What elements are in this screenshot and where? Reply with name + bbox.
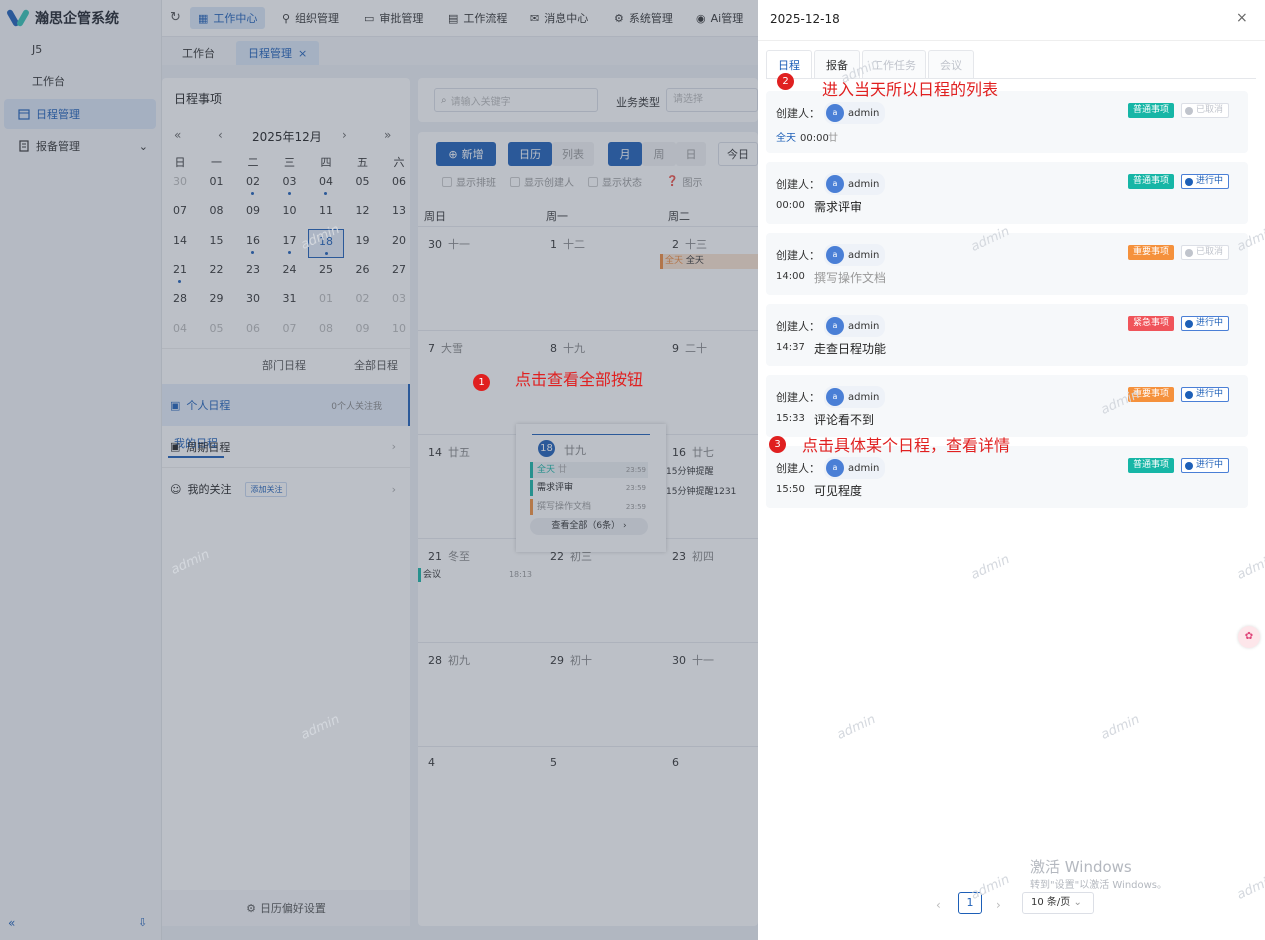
user-name: admin [848, 107, 880, 119]
creator-label: 创建人： [776, 391, 820, 404]
creator: 创建人： a admin [776, 457, 886, 479]
schedule-title: 撰写操作文档 [814, 271, 887, 285]
creator-user: a admin [824, 102, 886, 124]
schedule-time: 15:50 [776, 484, 805, 495]
creator-label: 创建人： [776, 462, 820, 475]
status-label: 进行中 [1196, 318, 1224, 328]
next-page-icon[interactable]: › [996, 898, 1001, 912]
creator-user: a admin [824, 244, 886, 266]
annotation-badge-1: 1 [473, 374, 490, 391]
creator: 创建人： a admin [776, 102, 886, 124]
day-schedule-drawer: 2025-12-18 × 日程 报备 工作任务 会议 创建人： a admin 普通事… [758, 0, 1265, 940]
schedule-card[interactable]: 创建人： a admin 普通事项 进行中 00:00 需求评审 [766, 162, 1248, 224]
status-badge: 进行中 [1181, 387, 1230, 402]
schedule-title: 可见程度 [814, 484, 863, 498]
avatar: a [826, 317, 844, 335]
close-icon[interactable]: × [1236, 10, 1248, 26]
user-name: admin [848, 391, 880, 403]
status-icon [1185, 106, 1193, 115]
priority-tag: 普通事项 [1128, 458, 1175, 473]
avatar: a [826, 459, 844, 477]
user-name: admin [848, 249, 880, 261]
schedule-card[interactable]: 创建人： a admin 重要事项 已取消 14:00 撰写操作文档 [766, 233, 1248, 295]
page-size-select[interactable]: 10 条/页 ⌄ [1022, 892, 1094, 914]
time-value: 15:50 [776, 484, 805, 495]
time-value: 14:37 [776, 342, 805, 353]
status-icon [1185, 319, 1193, 328]
annotation-badge-3: 3 [769, 436, 786, 453]
status-label: 进行中 [1196, 389, 1224, 399]
creator: 创建人： a admin [776, 173, 886, 195]
status-badge: 进行中 [1181, 458, 1230, 473]
schedule-title: 走查日程功能 [814, 342, 887, 356]
status-label: 已取消 [1196, 247, 1224, 257]
chevron-down-icon: ⌄ [1073, 897, 1082, 908]
creator-user: a admin [824, 457, 886, 479]
avatar: a [826, 246, 844, 264]
status-icon [1185, 177, 1193, 186]
priority-tag: 重要事项 [1128, 245, 1175, 260]
schedule-card[interactable]: 创建人： a admin 普通事项 已取消全天 00:00 廿 [766, 91, 1248, 153]
priority-tag: 普通事项 [1128, 174, 1175, 189]
schedule-time: 全天 00:00 [776, 129, 829, 144]
prev-page-icon[interactable]: ‹ [936, 898, 941, 912]
creator-user: a admin [824, 173, 886, 195]
schedule-title: 评论看不到 [814, 413, 875, 427]
status-badge: 进行中 [1181, 316, 1230, 331]
schedule-card[interactable]: 创建人： a admin 重要事项 进行中 15:33 评论看不到 [766, 375, 1248, 437]
creator-label: 创建人： [776, 178, 820, 191]
status-label: 进行中 [1196, 460, 1224, 470]
avatar: a [826, 175, 844, 193]
schedule-time: 15:33 [776, 413, 805, 424]
status-badge: 已取消 [1181, 103, 1230, 118]
status-icon [1185, 248, 1193, 257]
user-name: admin [848, 178, 880, 190]
activate-windows-hint: 转到"设置"以激活 Windows。 [1030, 880, 1168, 891]
avatar: a [826, 388, 844, 406]
status-icon [1185, 390, 1193, 399]
annotation-1: 点击查看全部按钮 [515, 370, 644, 389]
status-icon [1185, 461, 1193, 470]
status-badge: 进行中 [1181, 174, 1230, 189]
priority-tag: 紧急事项 [1128, 316, 1175, 331]
drawer-tab-meeting[interactable]: 会议 [928, 50, 974, 78]
schedule-title: 廿 [828, 133, 838, 144]
schedule-card[interactable]: 创建人： a admin 紧急事项 进行中 14:37 走查日程功能 [766, 304, 1248, 366]
page-size-label: 10 条/页 [1031, 897, 1071, 908]
creator-label: 创建人： [776, 107, 820, 120]
status-badge: 已取消 [1181, 245, 1230, 260]
status-label: 进行中 [1196, 176, 1224, 186]
activate-windows-title: 激活 Windows [1030, 858, 1132, 876]
creator-label: 创建人： [776, 249, 820, 262]
priority-tag: 普通事项 [1128, 103, 1175, 118]
assistant-float-icon[interactable]: ✿ [1238, 626, 1260, 648]
status-label: 已取消 [1196, 105, 1224, 115]
creator-user: a admin [824, 315, 886, 337]
user-name: admin [848, 462, 880, 474]
time-value: 00:00 [800, 133, 829, 144]
allday-label: 全天 [776, 133, 796, 144]
user-name: admin [848, 320, 880, 332]
creator-user: a admin [824, 386, 886, 408]
creator-label: 创建人： [776, 320, 820, 333]
creator: 创建人： a admin [776, 315, 886, 337]
creator: 创建人： a admin [776, 386, 886, 408]
time-value: 00:00 [776, 200, 805, 211]
schedule-title: 需求评审 [814, 200, 863, 214]
annotation-3: 点击具体某个日程，查看详情 [802, 436, 1011, 455]
divider [758, 40, 1265, 41]
schedule-time: 00:00 [776, 200, 805, 211]
avatar: a [826, 104, 844, 122]
time-value: 14:00 [776, 271, 805, 282]
annotation-badge-2: 2 [777, 73, 794, 90]
schedule-time: 14:37 [776, 342, 805, 353]
schedule-time: 14:00 [776, 271, 805, 282]
time-value: 15:33 [776, 413, 805, 424]
drawer-mask[interactable] [0, 0, 758, 940]
drawer-title: 2025-12-18 [770, 12, 840, 26]
creator: 创建人： a admin [776, 244, 886, 266]
